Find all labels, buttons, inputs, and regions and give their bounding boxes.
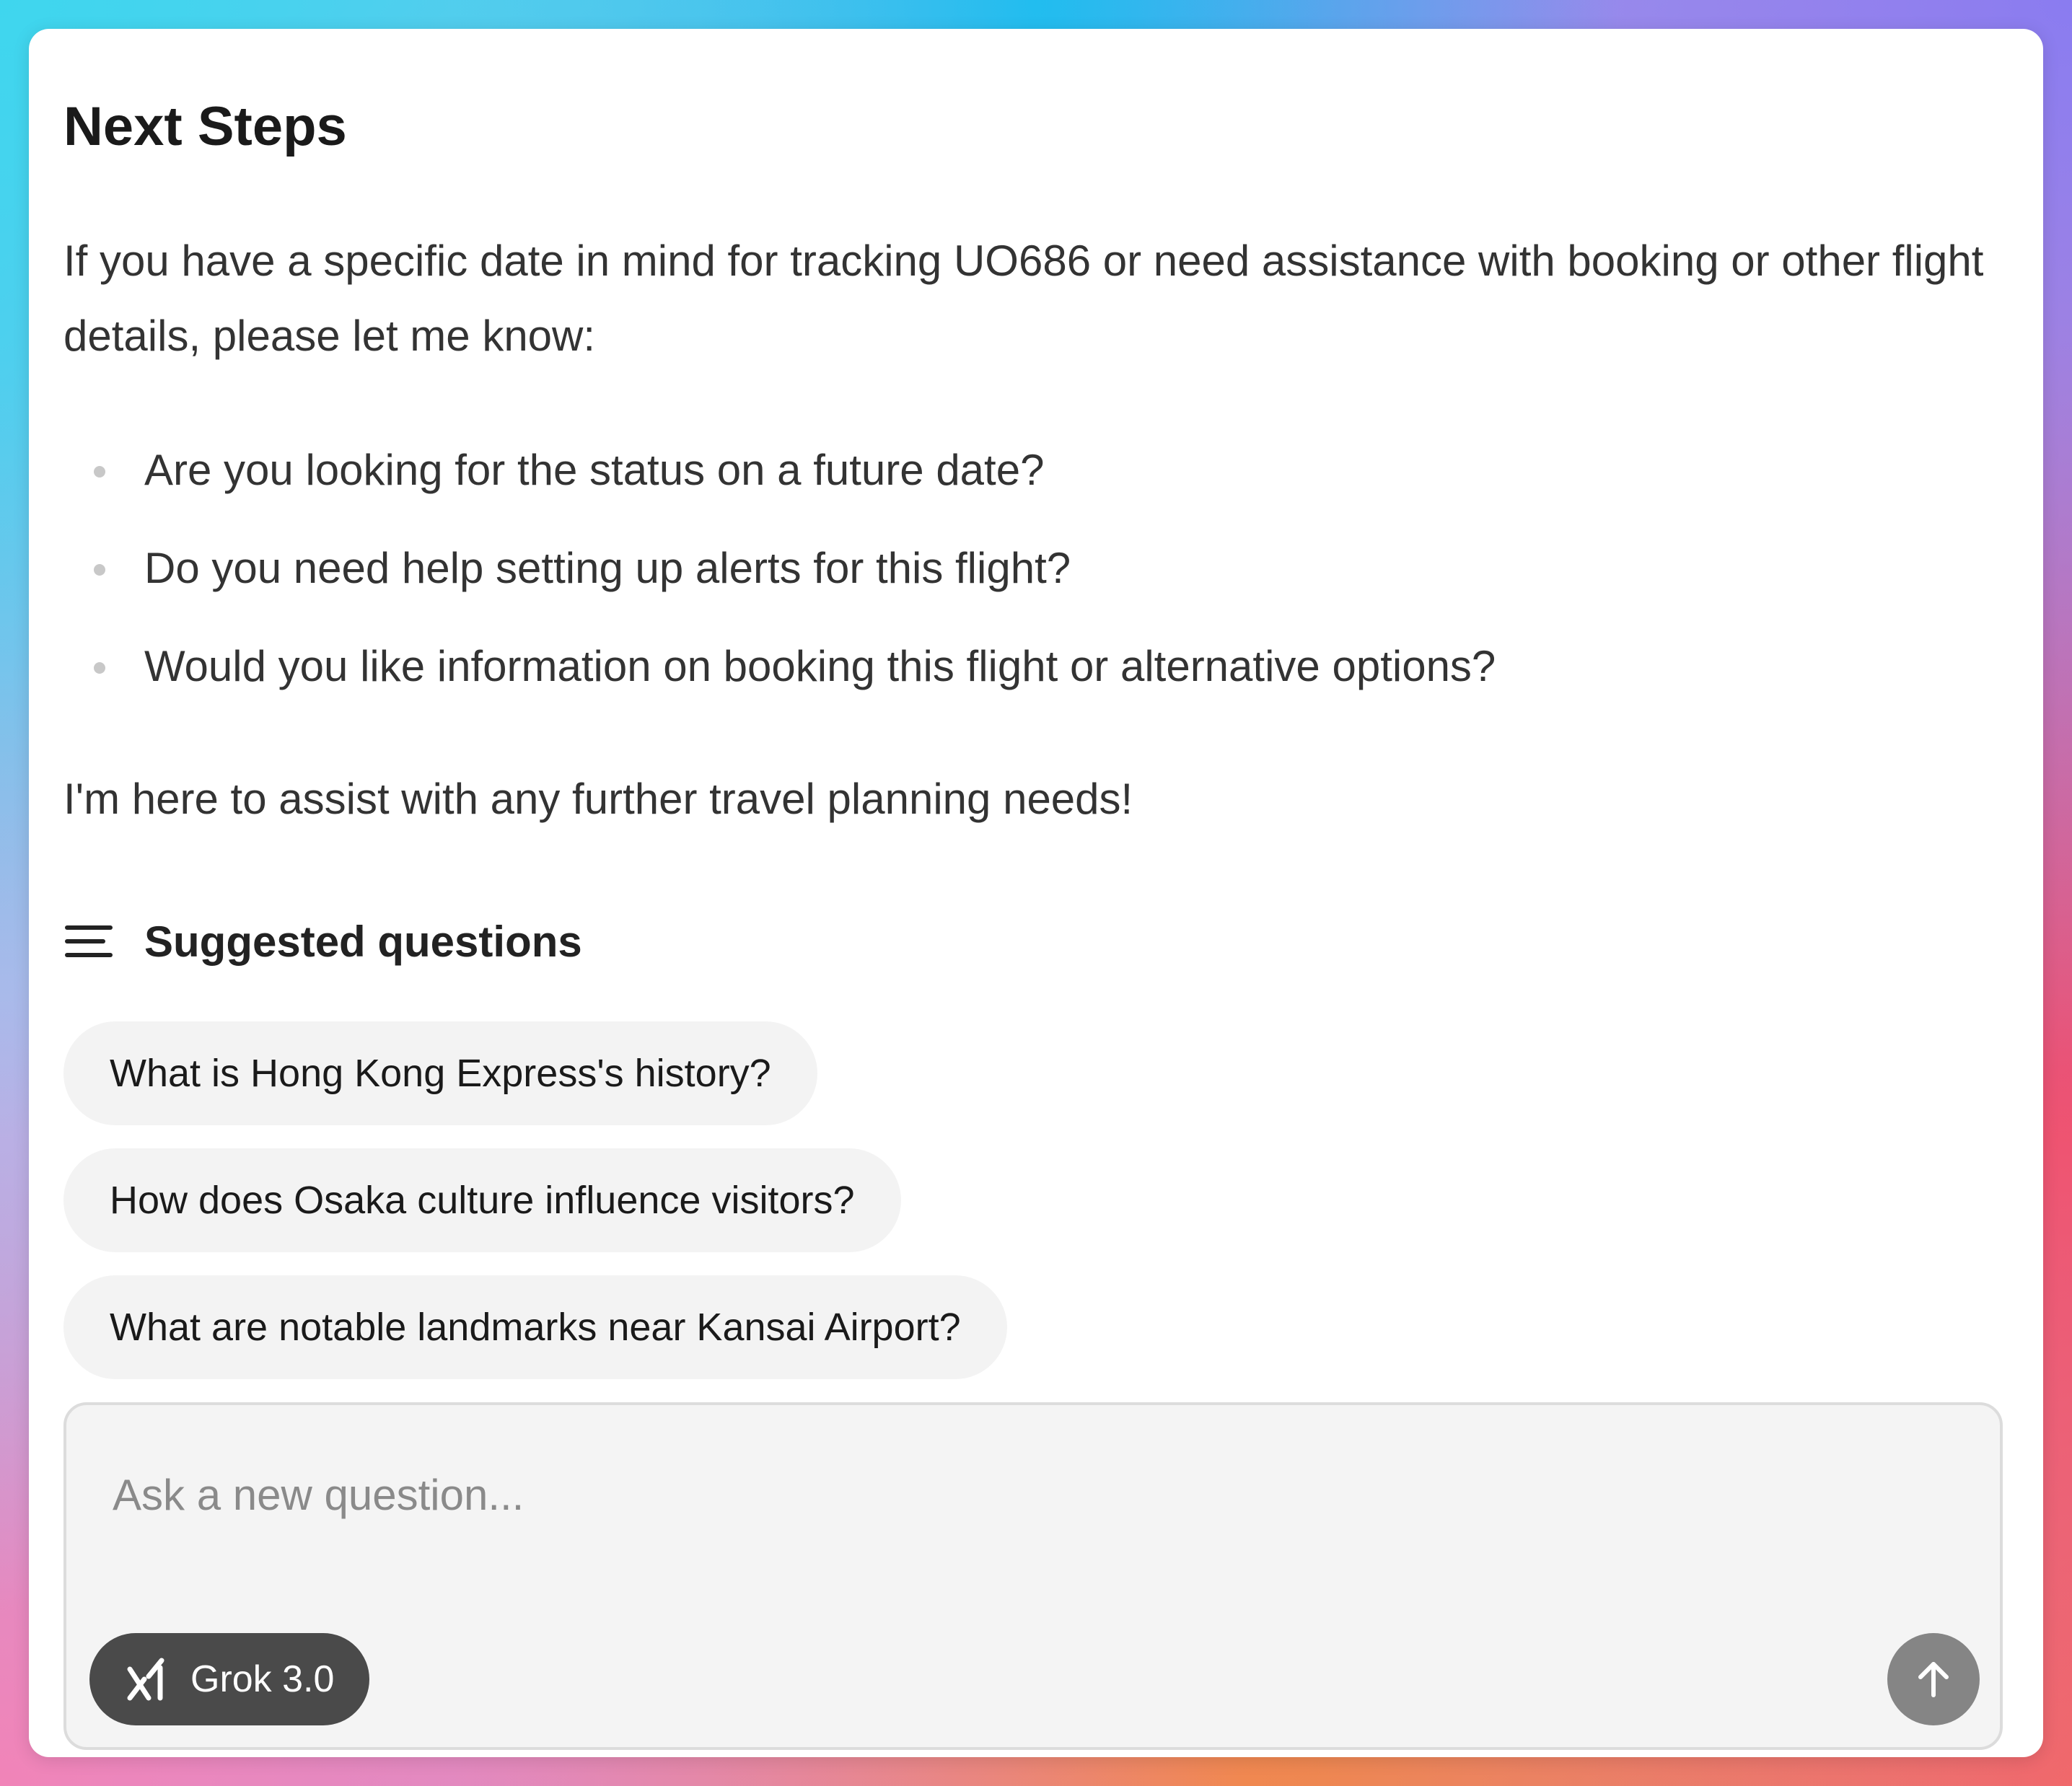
model-selector-button[interactable]: Grok 3.0 [89, 1633, 369, 1725]
bullet-dot [94, 466, 105, 478]
chat-card: Next Steps If you have a specific date i… [29, 29, 2043, 1757]
suggested-question-chip[interactable]: What are notable landmarks near Kansai A… [63, 1275, 1007, 1379]
suggested-question-chip[interactable]: What is Hong Kong Express's history? [63, 1021, 817, 1125]
question-input[interactable] [113, 1466, 1844, 1523]
list-item: Are you looking for the status on a futu… [63, 433, 1496, 531]
question-composer: Grok 3.0 [63, 1402, 2003, 1750]
list-item-text: Are you looking for the status on a futu… [144, 446, 1045, 494]
menu-lines-icon [65, 925, 113, 957]
list-item: Would you like information on booking th… [63, 629, 1496, 727]
bullet-dot [94, 662, 105, 674]
send-button[interactable] [1887, 1633, 1980, 1725]
list-item-text: Would you like information on booking th… [144, 642, 1496, 690]
suggested-questions-title: Suggested questions [144, 917, 582, 966]
list-item-text: Do you need help setting up alerts for t… [144, 544, 1071, 592]
response-heading: Next Steps [63, 96, 347, 157]
response-paragraph: If you have a specific date in mind for … [63, 237, 1984, 360]
model-label: Grok 3.0 [190, 1658, 335, 1700]
suggested-questions-header: Suggested questions [63, 909, 582, 974]
response-closing: I'm here to assist with any further trav… [63, 775, 1133, 823]
bullet-list: Are you looking for the status on a futu… [63, 433, 1496, 727]
suggested-question-chip[interactable]: How does Osaka culture influence visitor… [63, 1148, 901, 1252]
bullet-dot [94, 564, 105, 576]
list-item: Do you need help setting up alerts for t… [63, 531, 1496, 629]
arrow-up-icon [1918, 1662, 1949, 1697]
grok-logo-icon [127, 1658, 164, 1701]
